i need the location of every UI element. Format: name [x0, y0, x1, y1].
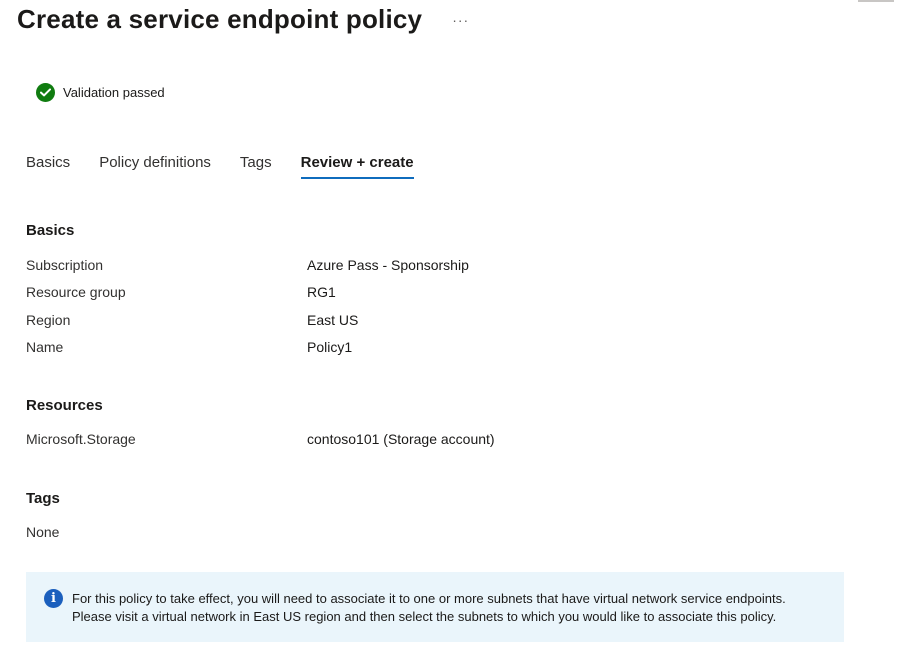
validation-text: Validation passed: [63, 85, 165, 100]
resource-group-label: Resource group: [26, 284, 126, 300]
info-line-1: For this policy to take effect, you will…: [72, 591, 786, 606]
region-label: Region: [26, 312, 71, 328]
info-banner: i For this policy to take effect, you wi…: [26, 572, 844, 642]
wizard-tabs: Basics Policy definitions Tags Review + …: [26, 154, 443, 179]
subscription-value: Azure Pass - Sponsorship: [307, 257, 469, 273]
tab-review-create[interactable]: Review + create: [300, 154, 414, 179]
page-title: Create a service endpoint policy: [17, 4, 423, 34]
info-line-2: Please visit a virtual network in East U…: [72, 609, 777, 624]
check-circle-icon: [36, 83, 55, 102]
name-value: Policy1: [307, 339, 353, 355]
tab-policy-definitions[interactable]: Policy definitions: [99, 154, 211, 179]
tab-basics[interactable]: Basics: [26, 154, 70, 179]
tab-tags[interactable]: Tags: [240, 154, 272, 179]
info-text: For this policy to take effect, you will…: [72, 590, 832, 626]
resource-type-label: Microsoft.Storage: [26, 431, 136, 447]
resource-value: contoso101 (Storage account): [307, 431, 495, 447]
resource-group-value: RG1: [307, 284, 336, 300]
review-create-page: Create a service endpoint policy ··· Val…: [0, 0, 904, 670]
tags-heading: Tags: [26, 490, 60, 507]
resources-heading: Resources: [26, 397, 103, 414]
info-icon: i: [44, 589, 63, 608]
name-label: Name: [26, 339, 64, 355]
window-edge-mark: [858, 0, 894, 2]
subscription-label: Subscription: [26, 257, 104, 273]
region-value: East US: [307, 312, 359, 328]
validation-status: Validation passed: [36, 83, 165, 102]
tags-value: None: [26, 524, 60, 540]
more-options-button[interactable]: ···: [452, 12, 469, 28]
basics-heading: Basics: [26, 222, 75, 239]
title-row: Create a service endpoint policy ···: [17, 2, 469, 36]
